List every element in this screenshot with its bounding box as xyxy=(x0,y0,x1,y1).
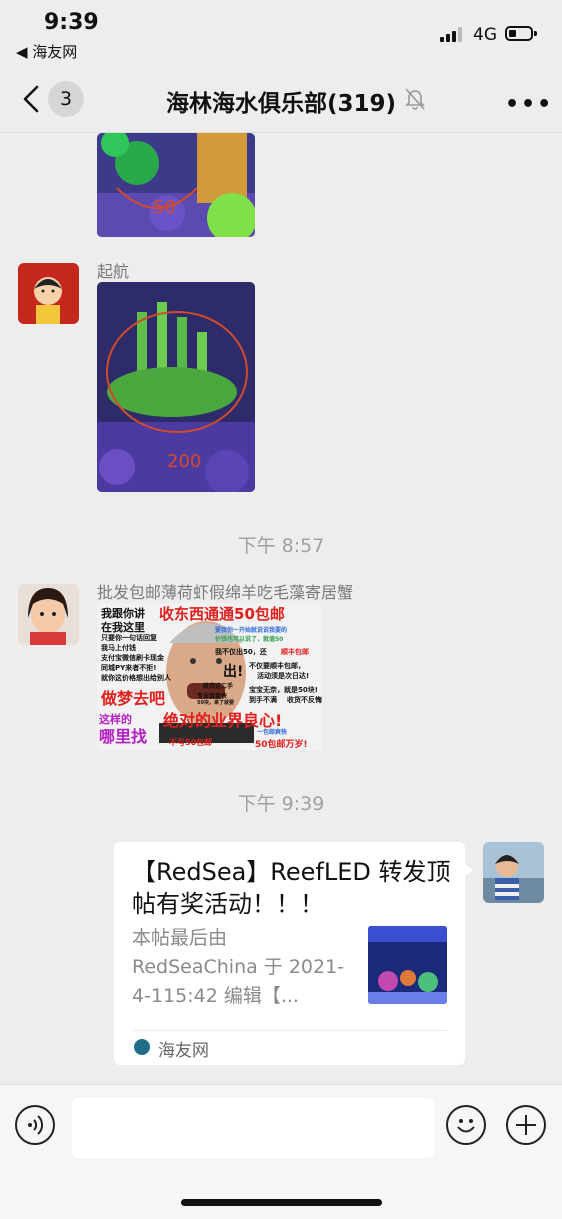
status-time: 9:39 xyxy=(44,10,99,35)
sender-name: 起航 xyxy=(97,262,130,281)
message-photo-coral-2[interactable]: 200 xyxy=(97,282,255,492)
avatar-qihang[interactable] xyxy=(18,263,79,324)
meme-text: 出! xyxy=(223,664,244,680)
meme-text: 要我你一开始就说说我要的 xyxy=(215,627,288,634)
cartoon-girl-avatar-image xyxy=(18,263,79,324)
meme-text: 收东西通通50包邮 xyxy=(159,605,285,623)
back-to-app-link[interactable]: ◀ 海友网 xyxy=(16,41,77,62)
smiley-icon xyxy=(457,1119,475,1133)
svg-text:200: 200 xyxy=(167,451,201,472)
meme-text: 我马上付钱 xyxy=(101,644,136,652)
meme-text: 50包邮万岁! xyxy=(255,740,308,750)
message-photo-coral-1[interactable]: 50 xyxy=(97,133,255,237)
avatar-self[interactable] xyxy=(483,842,544,903)
bubble-tail xyxy=(463,862,473,878)
timestamp: 下午 9:39 xyxy=(237,793,325,815)
voice-icon xyxy=(28,1115,44,1135)
cellular-signal-icon xyxy=(440,26,466,42)
meme-text: 活动须是次日达! xyxy=(257,672,310,680)
more-options-button[interactable]: ••• xyxy=(505,92,553,117)
child-photo-avatar-image xyxy=(18,584,79,645)
battery-icon xyxy=(505,26,537,41)
svg-text:50: 50 xyxy=(153,197,176,218)
divider xyxy=(132,1030,447,1031)
emoji-button[interactable] xyxy=(446,1105,486,1145)
coral-photo-image: 200 xyxy=(97,282,255,492)
meme-text: 同城PY来者不拒! xyxy=(101,664,157,672)
meme-text: 顺丰包邮 xyxy=(281,648,309,656)
coral-photo-image: 50 xyxy=(97,133,255,237)
link-card-thumbnail xyxy=(368,926,447,1004)
chat-title: 海林海水俱乐部(319) xyxy=(165,91,397,117)
meme-text: 就你这价格想出给别人 xyxy=(101,674,171,682)
meme-text: 宝宝无奈，就是50块! xyxy=(249,686,318,694)
meme-text: 只要你一句话回复 xyxy=(101,634,157,642)
message-text-field[interactable] xyxy=(72,1098,434,1158)
meme-text: 收货不反悔 xyxy=(287,696,322,704)
message-meme-image[interactable]: 我跟你讲 在我这里 只要你一句话回复 我马上付钱 支付宝微信刷卡现金 同城PY来… xyxy=(97,603,322,750)
network-type: 4G xyxy=(473,25,497,45)
meme-text: 一包邮爽快 xyxy=(257,729,288,736)
meme-text: 到手不满 xyxy=(249,696,277,704)
child-photo-avatar-image xyxy=(483,842,544,903)
timestamp: 下午 8:57 xyxy=(237,535,325,557)
sender-name: 批发包邮薄荷虾假绵羊吃毛藻寄居蟹 xyxy=(97,583,354,602)
aquarium-thumbnail-image xyxy=(368,926,447,1004)
voice-input-button[interactable] xyxy=(15,1105,55,1145)
more-functions-button[interactable] xyxy=(506,1105,546,1145)
meme-text: 做梦去吧 xyxy=(101,689,166,708)
meme-text: 哪里找 xyxy=(99,727,148,746)
meme-text: 50块，来了就要 xyxy=(197,700,234,706)
link-source-name: 海友网 xyxy=(158,1041,209,1061)
meme-text: 不仅要顺丰包邮， xyxy=(249,662,305,670)
home-indicator[interactable] xyxy=(181,1199,382,1206)
link-card-description: 本帖最后由 RedSeaChina 于 2021-4-115:42 编辑【... xyxy=(132,927,345,1007)
meme-text: 不亏50包邮 xyxy=(169,738,213,747)
meme-text: 支付宝微信刷卡现金 xyxy=(101,654,164,662)
plus-icon xyxy=(516,1115,536,1135)
link-card-title: 【RedSea】ReefLED 转发顶帖有奖活动！！！ xyxy=(132,858,451,918)
meme-text: 就我这二手 xyxy=(203,683,234,690)
avatar-sender-3[interactable] xyxy=(18,584,79,645)
meme-text: 价钱也可以说了，就值50 xyxy=(215,636,284,643)
mute-bell-icon xyxy=(405,88,425,110)
meme-text: 我不仅出50，还 xyxy=(215,648,267,656)
status-bar: 9:39 ◀ 海友网 4G xyxy=(0,0,562,70)
shared-link-card[interactable]: 【RedSea】ReefLED 转发顶帖有奖活动！！！ 本帖最后由 RedSea… xyxy=(114,842,465,1065)
source-app-icon xyxy=(134,1039,150,1055)
chat-header: 3 海林海水俱乐部(319) ••• xyxy=(0,70,562,133)
